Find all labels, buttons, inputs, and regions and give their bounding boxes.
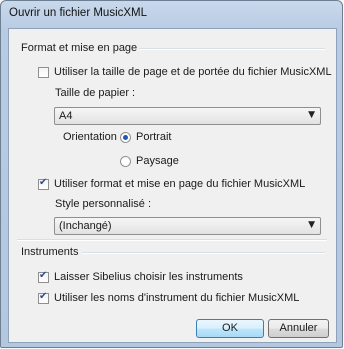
dialog-window: Ouvrir un fichier MusicXML Format et mis…	[0, 0, 343, 348]
cancel-button[interactable]: Annuler	[268, 319, 329, 338]
orientation-label: Orientation :	[63, 131, 123, 143]
title-bar[interactable]: Ouvrir un fichier MusicXML	[1, 1, 342, 27]
custom-style-value: (Inchangé)	[59, 220, 112, 232]
dialog-client-area: Format et mise en page Utiliser la taill…	[8, 28, 337, 343]
instruments-section-divider	[82, 252, 325, 254]
paper-size-label: Taille de papier :	[55, 87, 136, 99]
orientation-landscape-radio[interactable]	[120, 156, 131, 167]
let-sibelius-checkbox[interactable]	[38, 270, 49, 283]
use-format-label[interactable]: Utiliser format et mise en page du fichi…	[54, 178, 305, 190]
use-names-label[interactable]: Utiliser les noms d'instrument du fichie…	[54, 292, 299, 304]
use-page-size-label[interactable]: Utiliser la taille de page et de portée …	[54, 66, 332, 78]
orientation-landscape-label[interactable]: Paysage	[136, 155, 179, 167]
custom-style-label: Style personnalisé :	[55, 198, 151, 210]
format-section-label: Format et mise en page	[21, 42, 138, 54]
paper-size-select[interactable]: A4 ▼	[54, 107, 321, 125]
instruments-top-divider	[17, 239, 327, 241]
instruments-section-label: Instruments	[21, 246, 79, 258]
window-title: Ouvrir un fichier MusicXML	[9, 7, 148, 19]
orientation-portrait-label[interactable]: Portrait	[136, 131, 171, 143]
ok-button[interactable]: OK	[196, 319, 264, 338]
format-section-divider	[139, 48, 325, 50]
orientation-portrait-radio[interactable]	[120, 132, 131, 143]
use-page-size-checkbox[interactable]	[38, 67, 49, 78]
paper-size-value: A4	[59, 110, 73, 122]
use-names-checkbox[interactable]	[38, 291, 49, 304]
chevron-down-icon: ▼	[308, 110, 315, 120]
chevron-down-icon: ▼	[308, 220, 315, 230]
use-format-checkbox[interactable]	[38, 177, 49, 190]
custom-style-select[interactable]: (Inchangé) ▼	[54, 217, 321, 235]
let-sibelius-label[interactable]: Laisser Sibelius choisir les instruments	[54, 271, 243, 283]
